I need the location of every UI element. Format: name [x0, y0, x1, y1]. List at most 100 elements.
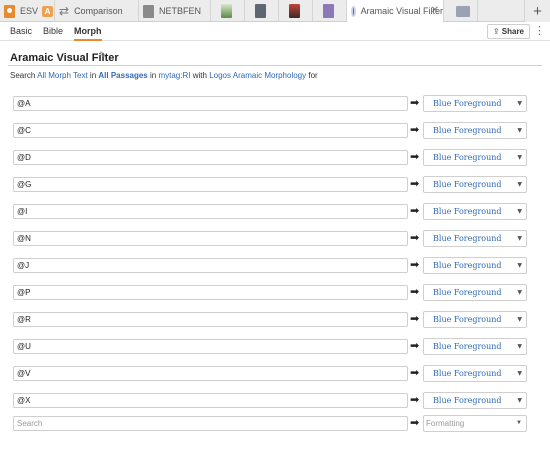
format-value: Blue Foreground: [433, 342, 502, 351]
arrow-right-icon: ➡: [410, 417, 420, 429]
chevron-down-icon: ▼: [517, 127, 522, 134]
new-rule-search-input[interactable]: Search: [13, 416, 408, 431]
arrow-right-icon: ➡: [410, 340, 420, 352]
format-value: Blue Foreground: [433, 99, 502, 108]
filter-rule-row: @X ➡ Blue Foreground ▼: [0, 392, 550, 409]
chevron-down-icon: ▼: [517, 343, 522, 350]
format-dropdown[interactable]: Blue Foreground ▼: [423, 284, 527, 301]
arrow-right-icon: ➡: [410, 124, 420, 136]
rule-query-input[interactable]: @J: [13, 258, 408, 273]
format-dropdown[interactable]: Blue Foreground ▼: [423, 257, 527, 274]
tab-bar: ESV A ⇄ Comparison NETBFEN Aramaic Visua…: [0, 0, 550, 23]
tab-label: NETBFEN: [159, 6, 202, 16]
filter-rule-row: @R ➡ Blue Foreground ▼: [0, 311, 550, 328]
rule-query-input[interactable]: @D: [13, 150, 408, 165]
edit-title-icon[interactable]: ✎: [99, 50, 107, 61]
search-scope-link[interactable]: All Morph Text: [37, 71, 88, 80]
format-dropdown[interactable]: Blue Foreground ▼: [423, 149, 527, 166]
tab-stack[interactable]: [444, 0, 478, 22]
tab-esv[interactable]: ESV A: [0, 0, 55, 22]
chevron-down-icon: ▼: [517, 370, 522, 377]
title-divider: [8, 65, 542, 66]
arrow-right-icon: ➡: [410, 367, 420, 379]
share-label: Share: [501, 27, 524, 36]
tab-comparison[interactable]: ⇄ Comparison: [55, 0, 139, 22]
morphology-link[interactable]: Logos Aramaic Morphology: [209, 71, 306, 80]
rule-query-input[interactable]: @R: [13, 312, 408, 327]
rule-query-input[interactable]: @I: [13, 204, 408, 219]
arrow-right-icon: ➡: [410, 394, 420, 406]
subtab-morph[interactable]: Morph: [74, 22, 102, 41]
new-rule-format-dropdown[interactable]: Formatting ▼: [423, 415, 527, 432]
format-value: Blue Foreground: [433, 207, 502, 216]
more-options-icon[interactable]: ⋮: [534, 25, 545, 37]
format-value: Blue Foreground: [433, 261, 502, 270]
tab-thumbnail-3[interactable]: [279, 0, 313, 22]
format-dropdown[interactable]: Blue Foreground ▼: [423, 203, 527, 220]
search-in: in: [150, 71, 157, 80]
format-dropdown[interactable]: Blue Foreground ▼: [423, 122, 527, 139]
search-in: in: [89, 71, 97, 80]
filter-rule-row: @C ➡ Blue Foreground ▼: [0, 122, 550, 139]
book-icon: [143, 4, 154, 18]
close-icon[interactable]: ✕: [431, 5, 439, 16]
format-placeholder: Formatting: [426, 419, 465, 428]
rule-query-input[interactable]: @P: [13, 285, 408, 300]
format-value: Blue Foreground: [433, 153, 502, 162]
share-button[interactable]: ⇪ Share: [486, 24, 530, 39]
book-icon: [4, 4, 15, 18]
thumbnail-icon: [323, 4, 334, 18]
rule-query-input[interactable]: @A: [13, 96, 408, 111]
format-dropdown[interactable]: Blue Foreground ▼: [423, 311, 527, 328]
filter-rule-row: @G ➡ Blue Foreground ▼: [0, 176, 550, 193]
chevron-down-icon: ▼: [517, 208, 522, 215]
new-tab-button[interactable]: +: [524, 0, 550, 22]
filter-rule-row: @N ➡ Blue Foreground ▼: [0, 230, 550, 247]
format-dropdown[interactable]: Blue Foreground ▼: [423, 338, 527, 355]
thumbnail-icon: [255, 4, 266, 18]
share-icon: ⇪: [492, 27, 500, 36]
arrow-right-icon: ➡: [410, 232, 420, 244]
format-value: Blue Foreground: [433, 234, 502, 243]
tab-netbfen[interactable]: NETBFEN: [139, 0, 211, 22]
format-dropdown[interactable]: Blue Foreground ▼: [423, 230, 527, 247]
arrow-right-icon: ➡: [410, 286, 420, 298]
chevron-down-icon: ▼: [517, 154, 522, 161]
filter-rule-row: @I ➡ Blue Foreground ▼: [0, 203, 550, 220]
format-value: Blue Foreground: [433, 396, 502, 405]
chevron-down-icon: ▼: [516, 420, 522, 426]
subtab-basic[interactable]: Basic: [10, 22, 32, 41]
arrow-right-icon: ➡: [410, 313, 420, 325]
format-value: Blue Foreground: [433, 288, 502, 297]
filter-rule-row: @P ➡ Blue Foreground ▼: [0, 284, 550, 301]
search-with: with: [192, 71, 207, 80]
format-dropdown[interactable]: Blue Foreground ▼: [423, 176, 527, 193]
arrow-right-icon: ➡: [410, 259, 420, 271]
tab-thumbnail-1[interactable]: [211, 0, 245, 22]
tab-label: ESV: [20, 6, 39, 16]
format-dropdown[interactable]: Blue Foreground ▼: [423, 365, 527, 382]
format-dropdown[interactable]: Blue Foreground ▼: [423, 95, 527, 112]
thumbnail-icon: [221, 4, 232, 18]
rule-query-input[interactable]: @C: [13, 123, 408, 138]
rule-query-input[interactable]: @V: [13, 366, 408, 381]
tab-thumbnail-4[interactable]: [313, 0, 347, 22]
tag-link[interactable]: mytag:RI: [158, 71, 190, 80]
format-dropdown[interactable]: Blue Foreground ▼: [423, 392, 527, 409]
subtab-bible[interactable]: Bible: [43, 22, 63, 41]
rule-query-input[interactable]: @U: [13, 339, 408, 354]
filter-rule-row: @V ➡ Blue Foreground ▼: [0, 365, 550, 382]
rule-query-input[interactable]: @N: [13, 231, 408, 246]
tab-aramaic-visual-filter[interactable]: Aramaic Visual Filter ✕: [347, 0, 444, 23]
filter-rule-row: @J ➡ Blue Foreground ▼: [0, 257, 550, 274]
passages-link[interactable]: All Passages: [98, 71, 147, 80]
tab-thumbnail-2[interactable]: [245, 0, 279, 22]
rule-query-input[interactable]: @G: [13, 177, 408, 192]
format-value: Blue Foreground: [433, 126, 502, 135]
chevron-down-icon: ▼: [517, 235, 522, 242]
rule-query-input[interactable]: @X: [13, 393, 408, 408]
arrow-right-icon: ➡: [410, 178, 420, 190]
search-description: Search All Morph Text in All Passages in…: [10, 71, 318, 80]
stack-icon: [456, 5, 470, 17]
chevron-down-icon: ▼: [517, 181, 522, 188]
